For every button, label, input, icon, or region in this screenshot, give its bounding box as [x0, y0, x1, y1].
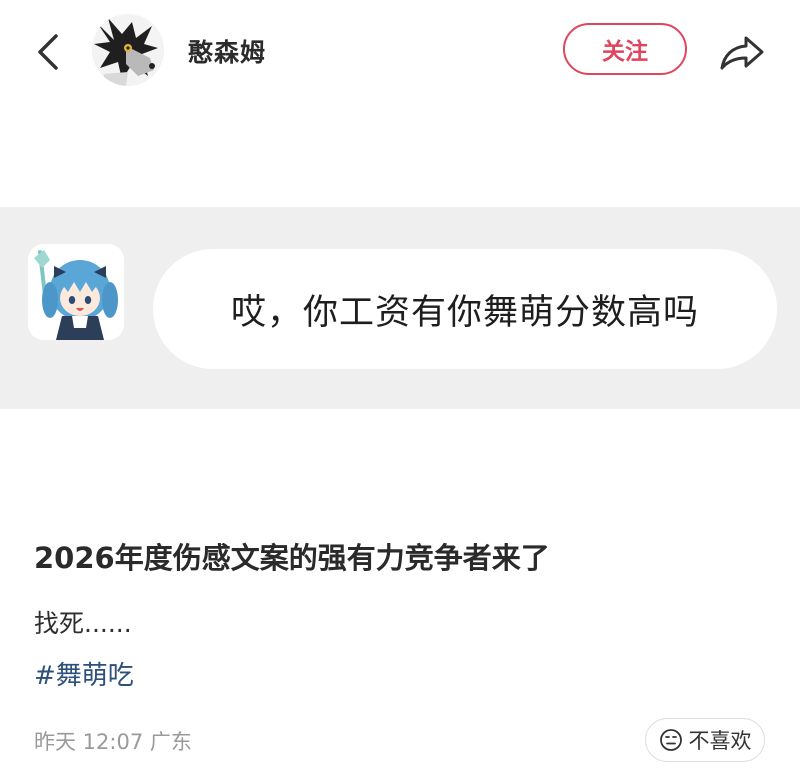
back-button[interactable] [30, 30, 70, 74]
post-title: 2026年度伤感文案的强有力竞争者来了 [34, 541, 550, 575]
author-name[interactable]: 憨森姆 [188, 33, 266, 69]
anime-girl-avatar-icon [28, 244, 124, 340]
share-button[interactable] [716, 30, 768, 74]
dislike-label: 不喜欢 [688, 729, 752, 753]
share-arrow-icon [720, 36, 764, 70]
chevron-left-icon [38, 34, 58, 70]
wolf-avatar-icon [92, 14, 164, 86]
follow-button[interactable]: 关注 [563, 23, 687, 75]
chat-bubble: 哎，你工资有你舞萌分数高吗 [153, 249, 777, 369]
meh-face-icon [659, 728, 683, 752]
post-hashtag[interactable]: #舞萌吃 [34, 655, 134, 692]
post-meta: 昨天 12:07 广东 [34, 730, 192, 754]
chat-avatar [28, 244, 124, 340]
post-body: 找死...... [34, 609, 132, 638]
author-avatar[interactable] [92, 14, 164, 86]
chat-message: 哎，你工资有你舞萌分数高吗 [230, 292, 699, 333]
dislike-button[interactable]: 不喜欢 [645, 718, 765, 762]
top-bar: 憨森姆 关注 [0, 0, 800, 100]
post-image[interactable]: 哎，你工资有你舞萌分数高吗 [0, 207, 800, 409]
